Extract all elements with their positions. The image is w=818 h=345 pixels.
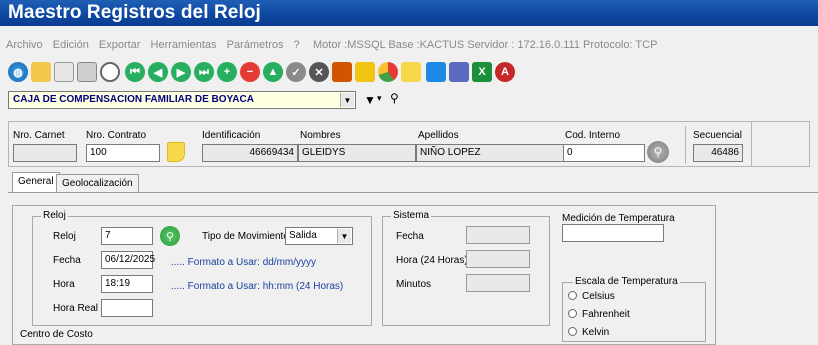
employee-header: Nro. Carnet Nro. Contrato 100 Identifica… bbox=[8, 121, 810, 167]
radio-fahrenheit-label: Fahrenheit bbox=[582, 309, 630, 320]
cod-interno-label: Cod. Interno bbox=[565, 130, 621, 141]
access-icon[interactable]: A bbox=[495, 62, 515, 82]
copy-icon[interactable] bbox=[54, 62, 74, 82]
hora-label: Hora bbox=[53, 279, 75, 290]
menu-exportar[interactable]: Exportar bbox=[99, 39, 141, 51]
tipo-movimiento-select[interactable]: Salida ▼ bbox=[285, 227, 353, 245]
sistema-fecha-label: Fecha bbox=[396, 231, 424, 242]
tab-general[interactable]: General bbox=[12, 172, 60, 192]
sistema-minutos-field bbox=[466, 274, 530, 292]
radio-celsius-label: Celsius bbox=[582, 291, 615, 302]
general-tab-panel: Reloj Reloj 7 ⚲ Tipo de Movimiento Salid… bbox=[8, 192, 818, 345]
fecha-format-hint: ..... Formato a Usar: dd/mm/yyyy bbox=[171, 257, 317, 268]
toolbar: ◍ ⏮ ◀ ▶ ⏭ + − ▲ ✓ ✕ X A bbox=[8, 62, 568, 88]
centro-costo-label: Centro de Costo bbox=[20, 329, 93, 340]
last-icon[interactable]: ⏭ bbox=[194, 62, 214, 82]
chevron-down-icon[interactable]: ▼ bbox=[337, 229, 351, 243]
connection-status: Motor :MSSQL Base :KACTUS Servidor : 172… bbox=[313, 39, 658, 51]
identificacion-field[interactable]: 46669434 bbox=[202, 144, 298, 162]
hora-real-input[interactable] bbox=[101, 299, 153, 317]
sistema-group-title: Sistema bbox=[391, 210, 432, 221]
nombres-label: Nombres bbox=[300, 130, 341, 141]
company-select-value: CAJA DE COMPENSACION FAMILIAR DE BOYACA bbox=[13, 94, 254, 105]
search-icon[interactable]: ⚲ bbox=[160, 226, 180, 246]
secuencial-label: Secuencial bbox=[693, 130, 742, 141]
world-icon[interactable]: ◍ bbox=[8, 62, 28, 82]
menu-archivo[interactable]: Archivo bbox=[6, 39, 43, 51]
next-icon[interactable]: ▶ bbox=[171, 62, 191, 82]
menu-help[interactable]: ? bbox=[294, 39, 300, 51]
tab-geolocalizacion[interactable]: Geolocalización bbox=[56, 174, 139, 192]
apellidos-label: Apellidos bbox=[418, 130, 459, 141]
fecha-input[interactable]: 06/12/2025 bbox=[101, 251, 155, 269]
note-icon[interactable] bbox=[401, 62, 421, 82]
sistema-minutos-label: Minutos bbox=[396, 279, 432, 290]
apellidos-field[interactable]: NIÑO LOPEZ bbox=[416, 144, 564, 162]
word-icon[interactable] bbox=[449, 62, 469, 82]
menu-edicion[interactable]: Edición bbox=[53, 39, 89, 51]
excel-icon[interactable]: X bbox=[472, 62, 492, 82]
radio-kelvin-label: Kelvin bbox=[582, 327, 610, 338]
sistema-hora-label: Hora (24 Horas) bbox=[396, 255, 468, 266]
hora-real-label: Hora Real bbox=[53, 303, 99, 314]
cod-interno-field[interactable]: 0 bbox=[563, 144, 645, 162]
menu-herramientas[interactable]: Herramientas bbox=[151, 39, 217, 51]
filter-icon[interactable]: ▼ bbox=[364, 93, 376, 107]
contrato-label: Nro. Contrato bbox=[86, 130, 147, 141]
temperatura-label: Medición de Temperatura bbox=[562, 213, 675, 224]
pie-icon[interactable] bbox=[378, 62, 398, 82]
accept-icon[interactable]: ✓ bbox=[286, 62, 306, 82]
reloj-label: Reloj bbox=[53, 231, 76, 242]
hora-format-hint: ..... Formato a Usar: hh:mm (24 Horas) bbox=[171, 281, 344, 292]
divider bbox=[751, 122, 752, 166]
add-icon[interactable]: + bbox=[217, 62, 237, 82]
reloj-group-title: Reloj bbox=[41, 210, 68, 221]
tipo-movimiento-value: Salida bbox=[289, 230, 317, 241]
radio-icon bbox=[568, 327, 577, 336]
title-bar: Maestro Registros del Reloj bbox=[0, 0, 818, 26]
hora-input[interactable]: 18:19 bbox=[101, 275, 153, 293]
secuencial-field: 46486 bbox=[693, 144, 743, 162]
identificacion-label: Identificación bbox=[202, 130, 261, 141]
search-icon[interactable]: ⚲ bbox=[647, 141, 669, 163]
radio-icon bbox=[568, 309, 577, 318]
preview-icon[interactable] bbox=[100, 62, 120, 82]
print-icon[interactable] bbox=[77, 62, 97, 82]
folder-icon[interactable] bbox=[31, 62, 51, 82]
nombres-field[interactable]: GLEIDYS bbox=[298, 144, 416, 162]
radio-celsius[interactable]: Celsius bbox=[568, 291, 615, 302]
temperatura-input[interactable] bbox=[562, 224, 664, 242]
up-icon[interactable]: ▲ bbox=[263, 62, 283, 82]
menu-parametros[interactable]: Parámetros bbox=[227, 39, 284, 51]
tipo-movimiento-label: Tipo de Movimiento bbox=[202, 231, 289, 242]
escala-group-title: Escala de Temperatura bbox=[573, 276, 680, 287]
note-icon[interactable] bbox=[167, 142, 185, 162]
first-icon[interactable]: ⏮ bbox=[125, 62, 145, 82]
search-icon[interactable]: ⚲ bbox=[390, 91, 399, 105]
cancel-icon[interactable]: ✕ bbox=[309, 62, 329, 82]
reloj-input[interactable]: 7 bbox=[101, 227, 153, 245]
carnet-label: Nro. Carnet bbox=[13, 130, 65, 141]
menu-bar: Archivo Edición Exportar Herramientas Pa… bbox=[0, 26, 818, 62]
contrato-field[interactable]: 100 bbox=[86, 144, 160, 162]
window-title: Maestro Registros del Reloj bbox=[8, 2, 261, 23]
edit-icon[interactable] bbox=[355, 62, 375, 82]
chevron-down-icon[interactable]: ▼ bbox=[340, 93, 354, 107]
radio-icon bbox=[568, 291, 577, 300]
caret-down-icon[interactable]: ▾ bbox=[377, 93, 382, 104]
sistema-fecha-field bbox=[466, 226, 530, 244]
chart-icon[interactable] bbox=[332, 62, 352, 82]
divider bbox=[685, 126, 686, 164]
radio-fahrenheit[interactable]: Fahrenheit bbox=[568, 309, 630, 320]
radio-kelvin[interactable]: Kelvin bbox=[568, 327, 609, 338]
sistema-hora-field bbox=[466, 250, 530, 268]
company-select[interactable]: CAJA DE COMPENSACION FAMILIAR DE BOYACA … bbox=[8, 91, 356, 109]
calc-icon[interactable] bbox=[426, 62, 446, 82]
carnet-field[interactable] bbox=[13, 144, 77, 162]
remove-icon[interactable]: − bbox=[240, 62, 260, 82]
fecha-label: Fecha bbox=[53, 255, 81, 266]
prev-icon[interactable]: ◀ bbox=[148, 62, 168, 82]
